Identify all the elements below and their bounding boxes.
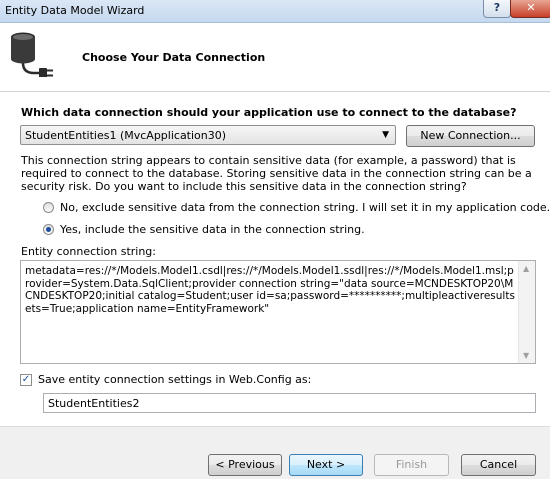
entity-connection-textarea[interactable]: metadata=res://*/Models.Model1.csdl|res:… — [20, 260, 536, 364]
chevron-down-icon: ▼ — [382, 130, 389, 140]
page-title: Choose Your Data Connection — [82, 51, 266, 64]
wizard-content: Which data connection should your applic… — [0, 92, 550, 426]
radio-button[interactable] — [43, 202, 54, 213]
help-button[interactable]: ? — [483, 0, 511, 18]
window-title: Entity Data Model Wizard — [5, 4, 145, 17]
finish-button: Finish — [374, 454, 449, 476]
sensitive-data-warning: This connection string appears to contai… — [21, 154, 532, 193]
wizard-footer: < Previous Next > Finish Cancel — [0, 426, 550, 479]
scroll-down-icon[interactable]: ▼ — [523, 351, 529, 360]
connection-dropdown[interactable]: StudentEntities1 (MvcApplication30) ▼ — [20, 125, 396, 145]
entity-connection-label: Entity connection string: — [21, 245, 156, 258]
wizard-header: Choose Your Data Connection — [0, 23, 550, 92]
entity-connection-text: metadata=res://*/Models.Model1.csdl|res:… — [25, 265, 515, 315]
config-name-input[interactable]: StudentEntities2 — [43, 393, 536, 413]
new-connection-button[interactable]: New Connection... — [406, 125, 535, 147]
config-name-value: StudentEntities2 — [48, 397, 140, 410]
connection-question: Which data connection should your applic… — [21, 106, 517, 119]
connection-dropdown-value: StudentEntities1 (MvcApplication30) — [25, 129, 227, 142]
previous-button[interactable]: < Previous — [208, 454, 282, 476]
radio-exclude-label: No, exclude sensitive data from the conn… — [60, 201, 550, 214]
radio-include-label: Yes, include the sensitive data in the c… — [60, 223, 365, 236]
next-button[interactable]: Next > — [289, 454, 363, 476]
save-settings-label: Save entity connection settings in Web.C… — [38, 373, 312, 386]
scroll-up-icon[interactable]: ▲ — [523, 264, 529, 273]
close-button[interactable]: ✕ — [510, 0, 550, 18]
database-plug-icon — [11, 32, 53, 77]
title-bar: Entity Data Model Wizard ? ✕ — [0, 0, 550, 23]
radio-button-selected[interactable] — [43, 224, 54, 235]
save-settings-checkbox[interactable]: ✓ — [20, 374, 32, 386]
vertical-scrollbar[interactable]: ▲ ▼ — [518, 261, 535, 363]
cancel-button[interactable]: Cancel — [461, 454, 536, 476]
